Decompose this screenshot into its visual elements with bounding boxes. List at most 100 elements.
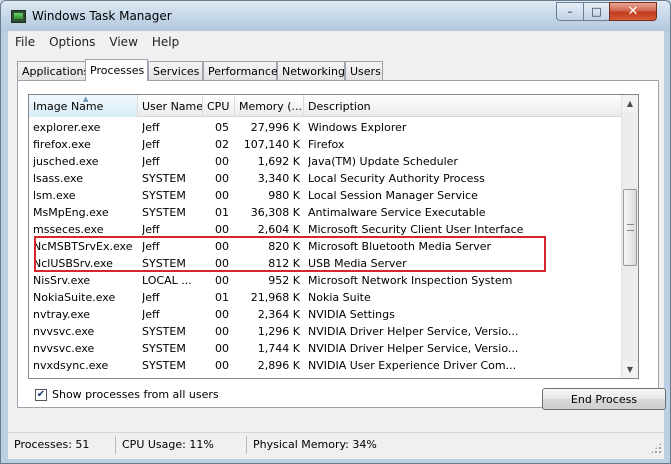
cell-image-name: nvxdsync.exe (33, 359, 109, 372)
cell-memory: 1,296 K (257, 325, 300, 338)
cell-cpu: 01 (215, 206, 229, 219)
cell-user-name: SYSTEM (142, 172, 186, 185)
table-row[interactable]: MsMpEng.exe SYSTEM 01 36,308 K Antimalware S… (29, 204, 623, 221)
table-row[interactable]: lsm.exe SYSTEM 00 980 K Local Session Manage… (29, 187, 623, 204)
cell-memory: 980 K (268, 189, 300, 202)
cell-cpu: 00 (215, 359, 229, 372)
column-user-name[interactable]: User Name (138, 95, 203, 117)
cell-image-name: MsMpEng.exe (33, 206, 109, 219)
scroll-up-icon[interactable]: ▲ (622, 95, 638, 112)
cell-user-name: SYSTEM (142, 325, 186, 338)
table-row[interactable]: firefox.exe Jeff 02 107,140 K Firefox (29, 136, 623, 153)
column-label: Image Name (33, 100, 104, 113)
resize-grip-icon[interactable] (650, 442, 662, 454)
tab-applications[interactable]: Applications (17, 61, 89, 80)
cell-image-name: nvvsvc.exe (33, 342, 95, 355)
status-bar: Processes: 51 CPU Usage: 11% Physical Me… (8, 432, 664, 456)
cell-image-name: lsass.exe (33, 172, 83, 185)
tab-performance[interactable]: Performance (203, 61, 278, 80)
cell-memory: 1,692 K (257, 155, 300, 168)
end-process-button[interactable]: End Process (542, 388, 666, 410)
cell-description: Firefox (308, 138, 345, 151)
thumb-grip-icon (627, 224, 634, 231)
cell-cpu: 00 (215, 155, 229, 168)
scroll-down-icon[interactable]: ▼ (622, 361, 638, 378)
menu-help[interactable]: Help (145, 33, 186, 53)
cell-description: Java(TM) Update Scheduler (308, 155, 458, 168)
cell-memory: 1,744 K (257, 342, 300, 355)
cell-memory: 21,968 K (250, 291, 300, 304)
column-image-name[interactable]: ▲ Image Name (29, 95, 138, 117)
cell-cpu: 00 (215, 342, 229, 355)
cell-memory: 27,996 K (250, 121, 300, 134)
cell-memory: 2,896 K (257, 359, 300, 372)
vertical-scrollbar[interactable]: ▲ ▼ (621, 95, 638, 378)
cell-description: Windows Explorer (308, 121, 407, 134)
cell-description: NVIDIA Driver Helper Service, Versio... (308, 325, 519, 338)
cell-description: Local Security Authority Process (308, 172, 485, 185)
cell-image-name: nvtray.exe (33, 308, 91, 321)
table-row[interactable]: jusched.exe Jeff 00 1,692 K Java(TM) Update … (29, 153, 623, 170)
table-row[interactable]: explorer.exe Jeff 05 27,996 K Windows Explor… (29, 119, 623, 136)
cell-user-name: SYSTEM (142, 206, 186, 219)
cell-description: Antimalware Service Executable (308, 206, 486, 219)
table-row[interactable]: nvtray.exe Jeff 00 2,364 K NVIDIA Settings (29, 306, 623, 323)
table-row[interactable]: nvxdsync.exe SYSTEM 00 2,896 K NVIDIA User E… (29, 357, 623, 374)
process-list[interactable]: ▲ Image Name User Name CPU Memory (... D… (28, 94, 639, 379)
menu-view[interactable]: View (102, 33, 144, 53)
cell-cpu: 00 (215, 274, 229, 287)
cell-cpu: 01 (215, 291, 229, 304)
cell-memory: 2,604 K (257, 223, 300, 236)
cell-user-name: Jeff (142, 138, 160, 151)
cell-description: Local Session Manager Service (308, 189, 478, 202)
cell-cpu: 00 (215, 325, 229, 338)
table-row[interactable]: nvvsvc.exe SYSTEM 00 1,744 K NVIDIA Driver H… (29, 340, 623, 357)
cell-image-name: nvvsvc.exe (33, 325, 95, 338)
cell-user-name: Jeff (142, 291, 160, 304)
task-manager-window: Windows Task Manager – □ ✕ File Options … (0, 0, 671, 464)
cell-memory: 107,140 K (243, 138, 300, 151)
cell-image-name: firefox.exe (33, 138, 91, 151)
minimize-button[interactable]: – (556, 2, 583, 21)
cell-image-name: NisSrv.exe (33, 274, 91, 287)
table-row[interactable]: NisSrv.exe LOCAL ... 00 952 K Microsoft Netw… (29, 272, 623, 289)
cell-description: Microsoft Network Inspection System (308, 274, 513, 287)
show-all-users-option[interactable]: ✔ Show processes from all users (35, 388, 219, 401)
cell-memory: 952 K (268, 274, 300, 287)
maximize-icon: □ (591, 5, 602, 18)
cell-user-name: LOCAL ... (142, 274, 192, 287)
cell-image-name: lsm.exe (33, 189, 76, 202)
task-manager-icon (11, 10, 26, 23)
table-row[interactable]: lsass.exe SYSTEM 00 3,340 K Local Security A… (29, 170, 623, 187)
menu-options[interactable]: Options (42, 33, 102, 53)
tab-processes[interactable]: Processes (85, 59, 148, 81)
cell-memory: 36,308 K (250, 206, 300, 219)
menu-file[interactable]: File (8, 33, 42, 53)
tab-users[interactable]: Users (345, 61, 383, 80)
cell-description: NVIDIA Driver Helper Service, Versio... (308, 342, 519, 355)
list-header: ▲ Image Name User Name CPU Memory (... D… (29, 95, 623, 117)
column-memory[interactable]: Memory (... (235, 95, 304, 117)
title-bar[interactable]: Windows Task Manager – □ ✕ (1, 1, 670, 31)
column-description[interactable]: Description (304, 95, 623, 117)
cell-description: NVIDIA User Experience Driver Com... (308, 359, 517, 372)
table-row[interactable]: nvvsvc.exe SYSTEM 00 1,296 K NVIDIA Driver H… (29, 323, 623, 340)
maximize-button[interactable]: □ (583, 2, 609, 21)
cell-description: NVIDIA Settings (308, 308, 395, 321)
close-button[interactable]: ✕ (609, 2, 657, 21)
cell-user-name: Jeff (142, 121, 160, 134)
cell-image-name: NokiaSuite.exe (33, 291, 116, 304)
cell-description: Nokia Suite (308, 291, 371, 304)
tab-networking[interactable]: Networking (277, 61, 345, 80)
cell-user-name: SYSTEM (142, 342, 186, 355)
column-cpu[interactable]: CPU (203, 95, 235, 117)
window-title: Windows Task Manager (32, 9, 172, 23)
scroll-thumb[interactable] (623, 189, 637, 266)
cell-image-name: jusched.exe (33, 155, 99, 168)
show-all-users-checkbox[interactable]: ✔ (35, 388, 47, 401)
cell-description: Microsoft Security Client User Interface (308, 223, 524, 236)
cell-memory: 3,340 K (257, 172, 300, 185)
tab-services[interactable]: Services (148, 61, 203, 80)
show-all-users-label: Show processes from all users (52, 388, 219, 401)
table-row[interactable]: NokiaSuite.exe Jeff 01 21,968 K Nokia Suite (29, 289, 623, 306)
